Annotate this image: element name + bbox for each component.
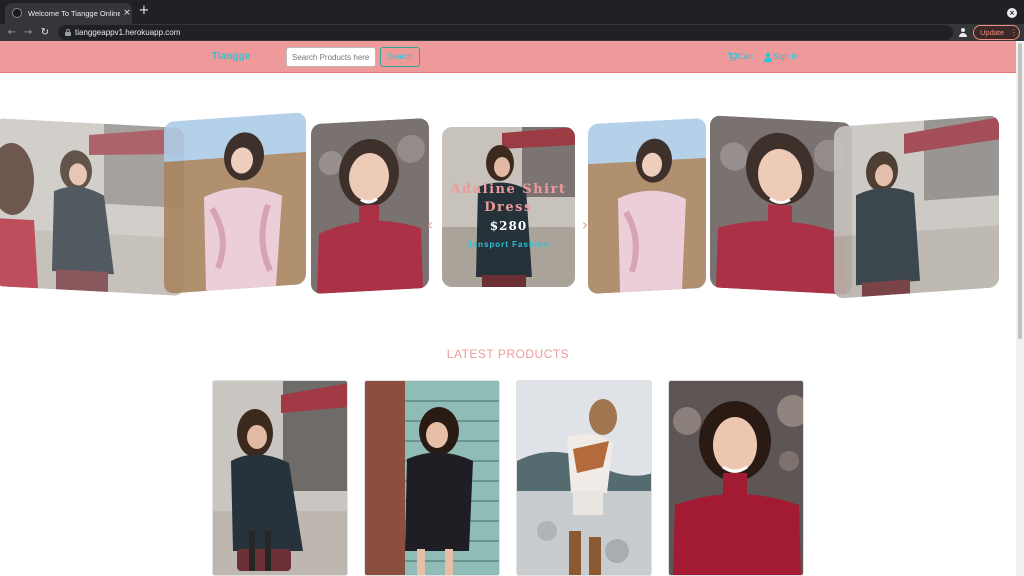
lock-icon[interactable] <box>65 29 71 36</box>
carousel-caption: Adaline Shirt Dress $280 Jansport Fashio… <box>442 181 575 251</box>
search-input[interactable] <box>286 47 376 67</box>
latest-products-heading: LATEST PRODUCTS <box>446 347 570 361</box>
browser-tab-strip: Welcome To Tiangge Online Shop × + × <box>0 0 1024 24</box>
brand-logo[interactable]: Tiangge <box>212 49 272 65</box>
carousel-slide-photo[interactable] <box>588 117 706 295</box>
signin-link[interactable]: Sign In <box>763 51 805 63</box>
user-icon <box>764 52 772 62</box>
site-navbar: Tiangge Search Cart Sign In <box>0 41 1016 73</box>
update-label: Update <box>980 28 1005 37</box>
url-text[interactable]: tianggeappv1.herokuapp.com <box>75 26 375 39</box>
product-image[interactable] <box>213 381 348 576</box>
product-card[interactable] <box>668 380 804 576</box>
update-button[interactable]: Update ⋮ <box>973 25 1020 40</box>
carousel-slide-photo[interactable] <box>0 118 184 296</box>
signin-label: Sign In <box>773 52 798 61</box>
slide-product-name: Adaline Shirt Dress <box>450 182 567 215</box>
browser-toolbar: ← → ↻ tianggeappv1.herokuapp.com ☆ Updat… <box>0 24 1024 41</box>
product-image[interactable] <box>669 381 804 576</box>
carousel-slide-photo[interactable] <box>164 112 306 294</box>
carousel-next-arrow[interactable]: › <box>578 215 592 235</box>
product-card[interactable] <box>212 380 348 576</box>
page-scrollbar[interactable] <box>1016 41 1024 576</box>
forward-arrow-icon[interactable]: → <box>22 24 34 41</box>
slide-product-price: $280 <box>489 219 528 233</box>
product-image[interactable] <box>365 381 500 576</box>
reload-icon[interactable]: ↻ <box>39 24 51 41</box>
search-button[interactable]: Search <box>380 47 420 67</box>
slide-product-brand: Jansport Fashion <box>467 240 550 249</box>
back-arrow-icon[interactable]: ← <box>6 24 18 41</box>
favicon-icon <box>12 8 22 18</box>
address-bar[interactable]: tianggeappv1.herokuapp.com ☆ <box>58 25 1004 40</box>
new-tab-button[interactable]: + <box>137 4 151 18</box>
carousel-slide-photo[interactable] <box>710 115 852 295</box>
cart-link[interactable]: Cart <box>728 51 760 63</box>
cart-label: Cart <box>738 52 754 61</box>
window-close-icon[interactable]: × <box>1007 8 1017 18</box>
carousel-slide-photo[interactable] <box>834 115 999 299</box>
profile-icon[interactable] <box>958 27 968 37</box>
menu-dots-icon[interactable]: ⋮ <box>1010 27 1018 38</box>
browser-tab[interactable]: Welcome To Tiangge Online Shop × <box>5 3 132 24</box>
carousel-slide-photo[interactable] <box>311 117 429 295</box>
tab-title: Welcome To Tiangge Online Shop <box>28 9 120 18</box>
scrollbar-thumb[interactable] <box>1018 43 1022 339</box>
cart-icon <box>728 52 738 62</box>
page-viewport: Tiangge Search Cart Sign In <box>0 41 1024 576</box>
tab-close-icon[interactable]: × <box>122 7 132 19</box>
product-card[interactable] <box>516 380 652 576</box>
product-image[interactable] <box>517 381 652 576</box>
product-card[interactable] <box>364 380 500 576</box>
carousel-prev-arrow[interactable]: ‹ <box>423 215 437 235</box>
